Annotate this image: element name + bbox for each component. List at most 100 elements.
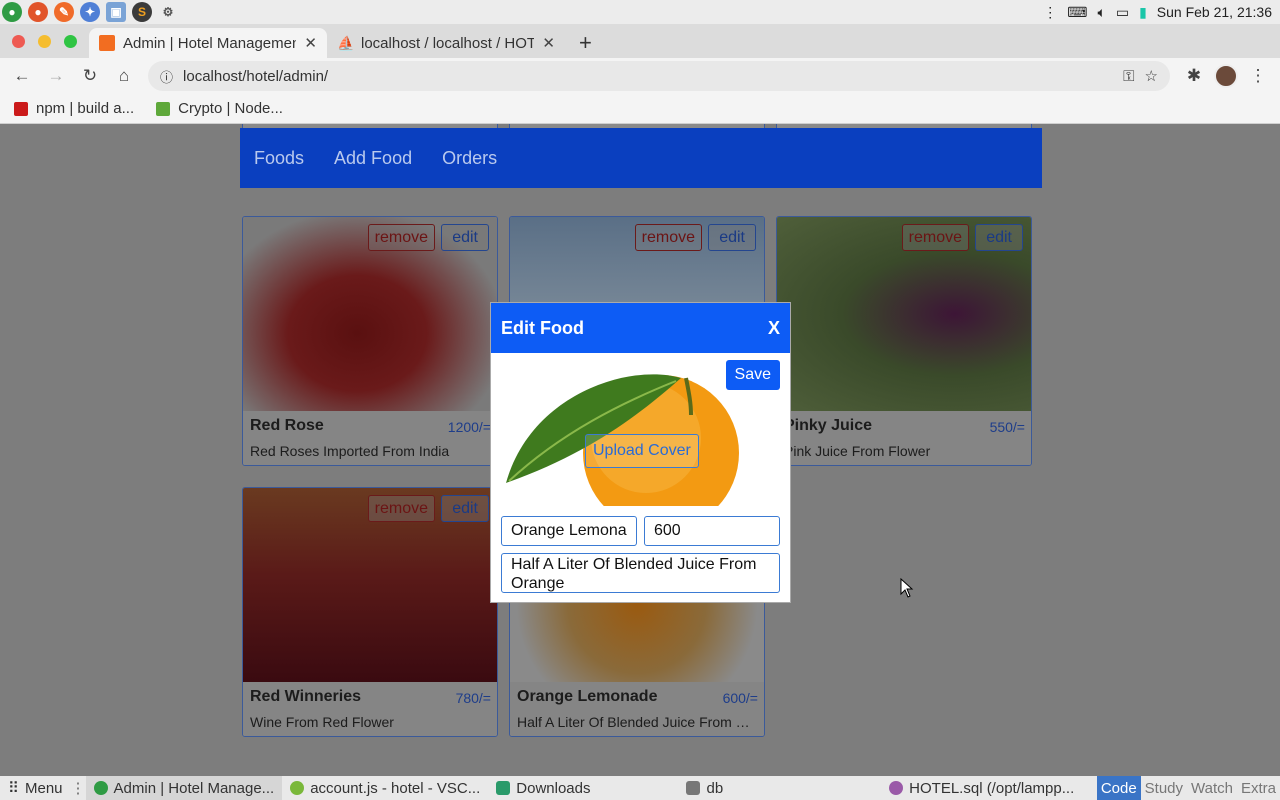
edit-button[interactable]: edit	[441, 495, 489, 522]
virtualbox-icon[interactable]: ▣	[106, 2, 126, 22]
nav-add-food[interactable]: Add Food	[334, 148, 412, 169]
taskbar-item-browser[interactable]: Admin | Hotel Manage...	[85, 776, 283, 800]
food-price: 780/=	[455, 690, 491, 706]
taskbar: ⠿ Menu ⋮ Admin | Hotel Manage... account…	[0, 776, 1280, 800]
remove-button[interactable]: remove	[634, 224, 702, 251]
food-price: 1200/=	[447, 419, 491, 435]
nav-foods[interactable]: Foods	[254, 148, 304, 169]
close-tab-icon[interactable]: ✕	[304, 34, 317, 52]
address-bar[interactable]: ⓘ localhost/hotel/admin/ ⚿ ☆	[148, 61, 1170, 91]
tray-menu-icon[interactable]: ⋮	[1043, 4, 1057, 21]
food-description-input[interactable]: Half A Liter Of Blended Juice From Orang…	[501, 553, 780, 593]
workspace-watch[interactable]: Watch	[1187, 776, 1237, 800]
remove-button[interactable]: remove	[367, 224, 435, 251]
taskbar-item-vscode[interactable]: account.js - hotel - VSC...	[282, 776, 488, 800]
food-name-input[interactable]: Orange Lemona	[501, 516, 637, 546]
admin-nav: Foods Add Food Orders	[240, 128, 1042, 188]
tab-strip: Admin | Hotel Management ✕ ⛵ localhost /…	[0, 24, 1280, 58]
remove-button[interactable]: remove	[901, 224, 969, 251]
battery-icon[interactable]: ▮	[1139, 4, 1147, 21]
taskbar-item-db[interactable]: db	[678, 776, 731, 800]
tab-phpmyadmin[interactable]: ⛵ localhost / localhost / HOTEL ✕	[327, 28, 565, 58]
browser-toolbar: ← → ↻ ⌂ ⓘ localhost/hotel/admin/ ⚿ ☆ ✱ ⋮	[0, 58, 1280, 94]
vscode-icon	[290, 781, 305, 795]
food-card: remove edit Pinky Juice 550/= Pink Juice…	[776, 216, 1032, 466]
remove-button[interactable]: remove	[367, 495, 435, 522]
page-content: Foods Add Food Orders remove edit Red Ro…	[0, 124, 1280, 776]
food-name: Pinky Juice	[784, 417, 873, 434]
firefox-icon[interactable]: ●	[28, 2, 48, 22]
food-price-input[interactable]: 600	[644, 516, 780, 546]
modal-title: Edit Food	[501, 317, 584, 338]
edit-food-modal: Edit Food X Save Upload Cover Orange Lem…	[490, 302, 791, 603]
folder-icon	[686, 781, 701, 795]
info-icon[interactable]: ⓘ	[160, 67, 173, 86]
edit-button[interactable]: edit	[708, 224, 756, 251]
taskbar-item-downloads[interactable]: Downloads	[488, 776, 598, 800]
sublime-icon[interactable]: S	[132, 2, 152, 22]
menu-label: Menu	[25, 779, 63, 797]
taskbar-label: account.js - hotel - VSC...	[310, 779, 481, 797]
star-icon[interactable]: ☆	[1145, 67, 1158, 85]
food-name: Orange Lemonade	[517, 688, 658, 705]
nav-orders[interactable]: Orders	[442, 148, 497, 169]
chrome-icon[interactable]: ●	[2, 2, 22, 22]
food-description: Wine From Red Flower	[250, 714, 394, 730]
workspace-code[interactable]: Code	[1096, 776, 1141, 800]
workspace-study[interactable]: Study	[1141, 776, 1187, 800]
volume-icon[interactable]: 🔈︎	[1097, 4, 1105, 21]
bookmark-label: npm | build a...	[36, 100, 135, 117]
launcher: ● ● ✎ ✦ ▣ S ⚙	[2, 2, 178, 22]
home-icon[interactable]: ⌂	[110, 62, 138, 90]
maximize-window-button[interactable]	[64, 34, 77, 48]
workspace-extra[interactable]: Extra	[1237, 776, 1280, 800]
close-tab-icon[interactable]: ✕	[542, 34, 555, 52]
minimize-window-button[interactable]	[38, 34, 51, 48]
xampp-icon	[99, 35, 115, 51]
vscode-icon[interactable]: ✦	[80, 2, 100, 22]
workspace-switcher: Code Study Watch Extra	[1096, 776, 1280, 800]
screen-icon[interactable]: ▭	[1116, 4, 1129, 21]
taskbar-label: HOTEL.sql (/opt/lampp...	[909, 779, 1075, 797]
npm-icon	[14, 101, 28, 116]
mouse-cursor-icon	[900, 578, 914, 598]
food-card: remove edit Red Winneries 780/= Wine Fro…	[242, 487, 498, 737]
profile-avatar[interactable]	[1214, 64, 1238, 88]
key-icon[interactable]: ⚿	[1123, 68, 1134, 85]
bookmark-crypto[interactable]: Crypto | Node...	[156, 100, 283, 117]
bookmark-label: Crypto | Node...	[178, 100, 283, 117]
back-icon[interactable]: ←	[8, 62, 36, 90]
menu-grid-icon: ⠿	[8, 780, 19, 797]
forward-icon[interactable]: →	[42, 62, 70, 90]
bookmark-npm[interactable]: npm | build a...	[14, 100, 134, 117]
url-text[interactable]: localhost/hotel/admin/	[183, 68, 1113, 85]
extensions-icon[interactable]: ✱	[1180, 62, 1208, 90]
postman-icon[interactable]: ✎	[54, 2, 74, 22]
upload-cover-button[interactable]: Upload Cover	[585, 434, 699, 468]
save-button[interactable]: Save	[725, 360, 780, 390]
phpmyadmin-icon: ⛵	[337, 35, 355, 51]
edit-button[interactable]: edit	[975, 224, 1023, 251]
new-tab-button[interactable]: +	[565, 28, 606, 58]
start-menu[interactable]: ⠿ Menu	[0, 776, 71, 800]
system-bar: ● ● ✎ ✦ ▣ S ⚙ ⋮ ⌨ 🔈︎ ▭ ▮ Sun Feb 21, 21:…	[0, 0, 1280, 24]
settings-icon[interactable]: ⚙	[158, 2, 178, 22]
food-name: Red Winneries	[250, 688, 361, 705]
close-window-button[interactable]	[12, 34, 25, 48]
edit-button[interactable]: edit	[441, 224, 489, 251]
keyboard-icon[interactable]: ⌨	[1067, 4, 1087, 21]
chrome-icon	[93, 781, 108, 795]
text-editor-icon	[889, 781, 904, 795]
taskbar-item-sql[interactable]: HOTEL.sql (/opt/lampp...	[881, 776, 1082, 800]
reload-icon[interactable]: ↻	[76, 62, 104, 90]
folder-icon	[496, 781, 511, 795]
window-controls	[0, 24, 89, 58]
more-menu-icon[interactable]: ⋮	[1244, 62, 1272, 90]
close-modal-button[interactable]: X	[768, 318, 780, 339]
taskbar-label: Admin | Hotel Manage...	[113, 779, 275, 797]
modal-header: Edit Food X	[491, 303, 790, 353]
food-description: Pink Juice From Flower	[784, 443, 931, 459]
separator-icon: ⋮	[70, 780, 86, 797]
tab-admin[interactable]: Admin | Hotel Management ✕	[89, 28, 327, 58]
bookmarks-bar: npm | build a... Crypto | Node...	[0, 94, 1280, 124]
